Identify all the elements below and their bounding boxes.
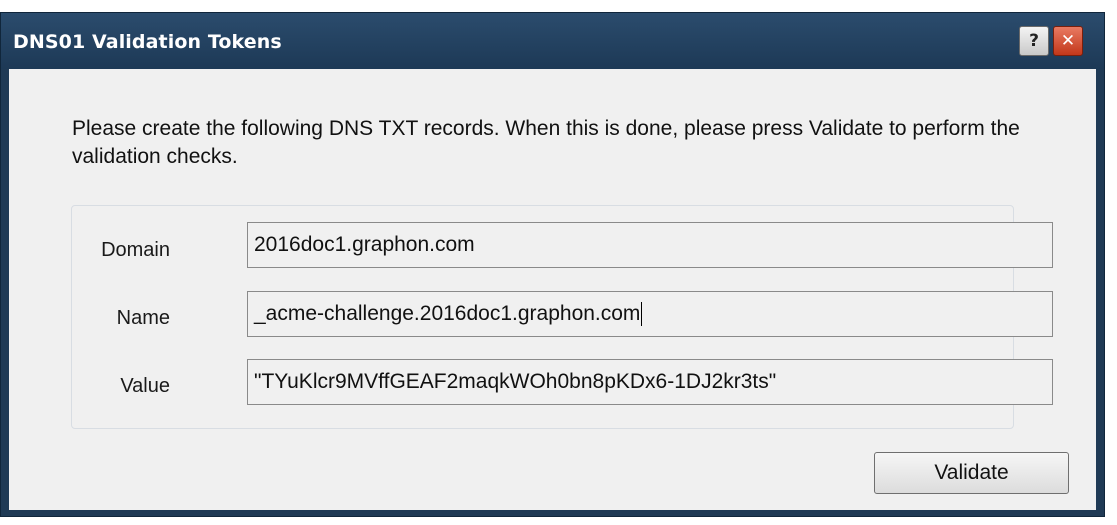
- domain-field[interactable]: 2016doc1.graphon.com: [247, 222, 1053, 268]
- domain-label: Domain: [101, 239, 170, 261]
- text-caret: [641, 302, 643, 327]
- value-field-value: "TYuKlcr9MVffGEAF2maqkWOh0bn8pKDx6-1DJ2k…: [254, 370, 777, 393]
- name-field[interactable]: _acme-challenge.2016doc1.graphon.com: [247, 291, 1053, 337]
- records-panel: Domain 2016doc1.graphon.com Name _acme-c…: [71, 205, 1053, 429]
- close-icon: ✕: [1060, 31, 1076, 51]
- dialog-body: Please create the following DNS TXT reco…: [9, 69, 1096, 510]
- close-button[interactable]: ✕: [1053, 26, 1083, 56]
- help-icon: ?: [1029, 31, 1039, 51]
- window-title: DNS01 Validation Tokens: [13, 31, 282, 53]
- value-label: Value: [120, 375, 170, 397]
- name-field-value: _acme-challenge.2016doc1.graphon.com: [254, 302, 641, 325]
- dialog-window: DNS01 Validation Tokens ? ✕ Please creat…: [0, 12, 1105, 517]
- help-button[interactable]: ?: [1019, 26, 1049, 56]
- domain-field-value: 2016doc1.graphon.com: [254, 233, 475, 256]
- title-bar[interactable]: DNS01 Validation Tokens ? ✕: [1, 13, 1104, 69]
- value-field[interactable]: "TYuKlcr9MVffGEAF2maqkWOh0bn8pKDx6-1DJ2k…: [247, 359, 1053, 405]
- instructions-text: Please create the following DNS TXT reco…: [72, 117, 1020, 168]
- name-label: Name: [116, 307, 170, 329]
- validate-button[interactable]: Validate: [874, 452, 1069, 494]
